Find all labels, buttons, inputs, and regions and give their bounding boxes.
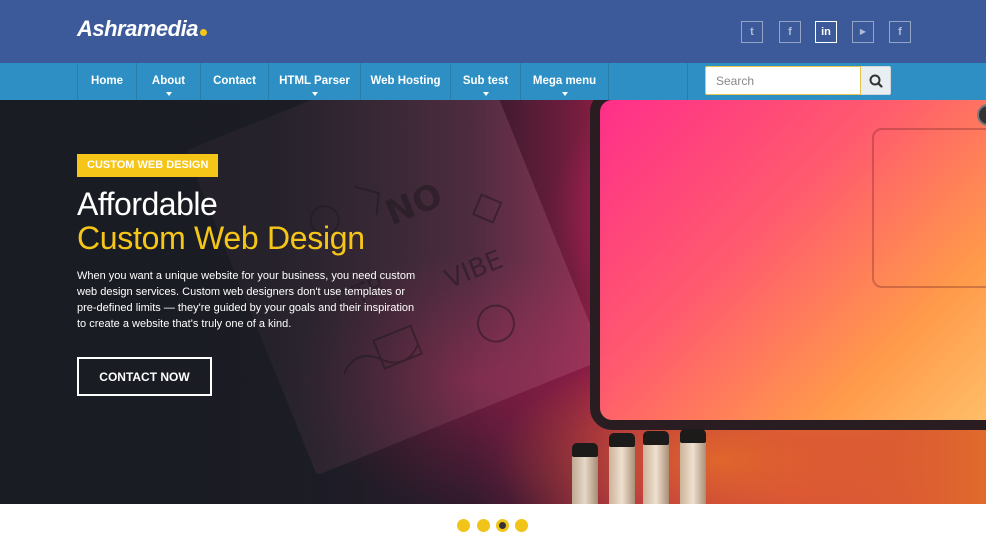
nav-item-about[interactable]: About	[137, 63, 201, 100]
nav-label: Web Hosting	[370, 75, 441, 87]
nav-item-contact[interactable]: Contact	[201, 63, 269, 100]
nav-item-sub-test[interactable]: Sub test	[451, 63, 521, 100]
contact-now-button[interactable]: CONTACT NOW	[77, 357, 212, 396]
search-input[interactable]	[705, 66, 861, 95]
nav-label: Home	[91, 75, 123, 87]
search-button[interactable]	[861, 66, 891, 95]
search-icon	[869, 74, 883, 88]
nav-spacer	[609, 63, 688, 100]
nav-item-mega-menu[interactable]: Mega menu	[521, 63, 609, 100]
logo-dot	[199, 29, 207, 36]
nav-label: About	[151, 75, 186, 87]
chevron-down-icon	[165, 92, 172, 96]
twitter-icon[interactable]: t	[741, 21, 763, 43]
nav-item-html-parser[interactable]: HTML Parser	[269, 63, 361, 100]
slider-dot[interactable]	[477, 519, 490, 532]
logo-text: Ashramedia	[77, 16, 198, 41]
nav-label: HTML Parser	[279, 75, 350, 87]
site-logo[interactable]: Ashramedia	[77, 16, 207, 42]
chevron-down-icon	[482, 92, 489, 96]
nav-item-web-hosting[interactable]: Web Hosting	[361, 63, 451, 100]
facebook-icon[interactable]: f	[889, 21, 911, 43]
slider-dot[interactable]	[515, 519, 528, 532]
search-box	[705, 66, 891, 95]
hero-subtitle: Custom Web Design	[77, 220, 365, 256]
youtube-icon[interactable]: ▶	[852, 21, 874, 43]
slider-dot-active[interactable]	[496, 519, 509, 532]
linkedin-icon[interactable]: in	[815, 21, 837, 43]
facebook-icon[interactable]: f	[779, 21, 801, 43]
chevron-down-icon	[561, 92, 568, 96]
hero-slide: NO CTR VIBE CUSTOM WEB DESIGN Affordable…	[0, 100, 986, 504]
nav-label: Sub test	[462, 75, 509, 87]
hero-title: Affordable	[77, 186, 218, 222]
hero-tag: CUSTOM WEB DESIGN	[77, 154, 219, 177]
slider-dot[interactable]	[457, 519, 470, 532]
site-header: Ashramedia t f in ▶ f	[0, 0, 986, 63]
hero-description: When you want a unique website for your …	[77, 270, 416, 330]
chevron-down-icon	[311, 92, 318, 96]
nav-label: Mega menu	[532, 75, 597, 87]
nav-label: Contact	[213, 75, 256, 87]
nav-item-home[interactable]: Home	[77, 63, 137, 100]
